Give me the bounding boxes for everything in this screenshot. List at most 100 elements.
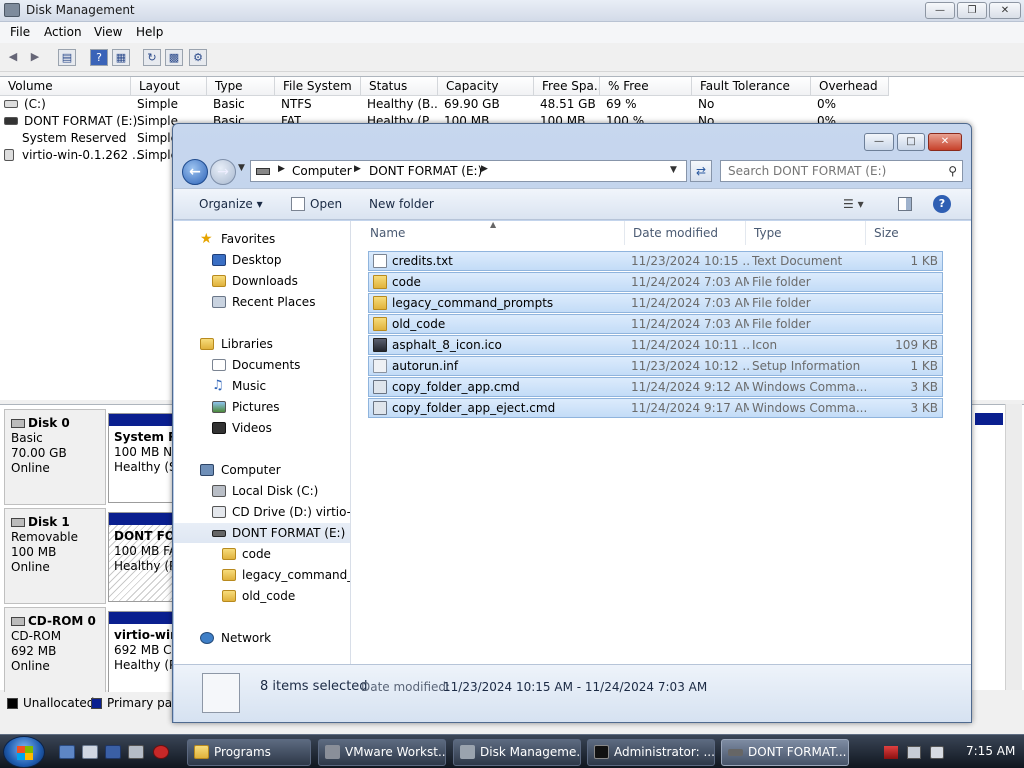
file-row[interactable]: copy_folder_app.cmd 11/24/2024 9:12 AM Win… [368, 377, 943, 397]
nav-recent-places[interactable]: Recent Places [174, 292, 350, 312]
title-bar[interactable]: Disk Management — ❐ ✕ [0, 0, 1024, 22]
back-button[interactable]: ← [182, 159, 208, 185]
col-free-space[interactable]: Free Spa... [534, 77, 600, 96]
help-icon[interactable]: ? [90, 49, 108, 66]
search-icon[interactable]: ⚲ [948, 164, 957, 178]
open-button[interactable]: Open [310, 197, 342, 211]
taskbar-vmware[interactable]: VMware Workst... [318, 739, 446, 766]
taskbar-programs[interactable]: Programs [187, 739, 311, 766]
volume-row[interactable]: (C:) Simple Basic NTFS Healthy (B... 69.… [0, 96, 1024, 113]
close-button[interactable]: ✕ [928, 133, 962, 151]
maximize-button[interactable]: □ [897, 133, 925, 151]
console-tree-icon[interactable]: ▤ [58, 49, 76, 66]
show-desktop-icon[interactable] [59, 745, 75, 759]
nav-libraries[interactable]: Libraries [174, 334, 350, 354]
forward-button[interactable]: → [210, 159, 236, 185]
nav-cd-drive-d[interactable]: CD Drive (D:) virtio-wir [174, 502, 350, 522]
breadcrumb-separator-icon[interactable]: ▶ [278, 164, 285, 174]
nav-folder-old-code[interactable]: old_code [174, 586, 350, 606]
volume-status: Healthy (B... [367, 97, 437, 111]
nav-music[interactable]: ♫ Music [174, 376, 350, 396]
col-type[interactable]: Type [207, 77, 275, 96]
nav-local-disk-c[interactable]: Local Disk (C:) [174, 481, 350, 501]
disk-0-info[interactable]: Disk 0 Basic 70.00 GB Online [4, 409, 106, 505]
menu-help[interactable]: Help [136, 25, 163, 39]
forward-arrow-icon[interactable]: ▶ [26, 49, 44, 66]
col-size[interactable]: Size [866, 221, 943, 245]
col-pct-free[interactable]: % Free [600, 77, 692, 96]
cdrom-0-info[interactable]: CD-ROM 0 CD-ROM 692 MB Online [4, 607, 106, 703]
file-row[interactable]: autorun.inf 11/23/2024 10:12 ... Setup Inf… [368, 356, 943, 376]
tray-flag-icon[interactable] [884, 746, 898, 759]
chevron-down-icon[interactable]: ▼ [670, 165, 677, 175]
breadcrumb-drive[interactable]: DONT FORMAT (E:) [369, 164, 482, 178]
file-row[interactable]: code 11/24/2024 7:03 AM File folder [368, 272, 943, 292]
preview-pane-icon[interactable] [898, 197, 912, 211]
rescan-icon[interactable]: ▩ [165, 49, 183, 66]
col-layout[interactable]: Layout [131, 77, 207, 96]
disk-1-info[interactable]: Disk 1 Removable 100 MB Online [4, 508, 106, 604]
col-date-modified[interactable]: Date modified [625, 221, 746, 245]
new-folder-button[interactable]: New folder [369, 197, 434, 211]
nav-computer[interactable]: Computer [174, 460, 350, 480]
app-quicklaunch-icon[interactable] [153, 745, 169, 759]
col-fault-tolerance[interactable]: Fault Tolerance [692, 77, 811, 96]
nav-documents[interactable]: Documents [174, 355, 350, 375]
properties-icon[interactable]: ▦ [112, 49, 130, 66]
taskbar-administrator[interactable]: Administrator: ... [587, 739, 715, 766]
col-status[interactable]: Status [361, 77, 438, 96]
computer-quicklaunch-icon[interactable] [105, 745, 121, 759]
taskbar-disk-management[interactable]: Disk Manageme... [453, 739, 581, 766]
minimize-button[interactable]: — [925, 2, 955, 19]
nav-desktop[interactable]: Desktop [174, 250, 350, 270]
organize-button[interactable]: Organize ▾ [199, 197, 263, 211]
refresh-icon[interactable]: ↻ [143, 49, 161, 66]
start-button[interactable] [3, 736, 45, 768]
col-name[interactable]: Name ▲ [362, 220, 625, 245]
col-capacity[interactable]: Capacity [438, 77, 534, 96]
breadcrumb-computer[interactable]: Computer [292, 164, 352, 178]
breadcrumb-separator-icon[interactable]: ▶ [354, 164, 361, 174]
tool-quicklaunch-icon[interactable] [128, 745, 144, 759]
search-input[interactable] [721, 161, 939, 181]
col-overhead[interactable]: Overhead [811, 77, 889, 96]
tray-network-icon[interactable] [907, 746, 921, 759]
col-file-system[interactable]: File System [275, 77, 361, 96]
minimize-button[interactable]: — [864, 133, 894, 151]
taskbar-dont-format[interactable]: DONT FORMAT... [721, 739, 849, 766]
legend-unallocated: Unallocated [23, 696, 95, 710]
refresh-button[interactable]: ⇄ [690, 160, 712, 182]
explorer-quicklaunch-icon[interactable] [82, 745, 98, 759]
close-button[interactable]: ✕ [989, 2, 1021, 19]
nav-dont-format-e[interactable]: DONT FORMAT (E:) [174, 523, 350, 543]
menu-action[interactable]: Action [44, 25, 82, 39]
nav-videos[interactable]: Videos [174, 418, 350, 438]
menu-view[interactable]: View [94, 25, 122, 39]
nav-downloads[interactable]: Downloads [174, 271, 350, 291]
file-row[interactable]: asphalt_8_icon.ico 11/24/2024 10:11 ... Ic… [368, 335, 943, 355]
nav-pictures[interactable]: Pictures [174, 397, 350, 417]
address-bar[interactable]: ▶ Computer ▶ DONT FORMAT (E:) ▶ ▼ [250, 160, 687, 182]
file-row[interactable]: legacy_command_prompts 11/24/2024 7:03 AM… [368, 293, 943, 313]
recent-pages-chevron-icon[interactable]: ▼ [238, 163, 245, 173]
menu-file[interactable]: File [10, 25, 30, 39]
breadcrumb-separator-icon[interactable]: ▶ [481, 164, 488, 174]
tray-volume-icon[interactable] [930, 746, 944, 759]
search-box[interactable]: ⚲ [720, 160, 963, 182]
restore-button[interactable]: ❐ [957, 2, 987, 19]
clock[interactable]: 7:15 AM [966, 744, 1015, 758]
nav-folder-code[interactable]: code [174, 544, 350, 564]
back-arrow-icon[interactable]: ◀ [4, 49, 22, 66]
settings-icon[interactable]: ⚙ [189, 49, 207, 66]
file-row[interactable]: copy_folder_app_eject.cmd 11/24/2024 9:17… [368, 398, 943, 418]
nav-favorites[interactable]: ★ Favorites [174, 229, 350, 249]
help-icon[interactable]: ? [933, 195, 951, 213]
col-volume[interactable]: Volume [0, 77, 131, 96]
file-row[interactable]: old_code 11/24/2024 7:03 AM File folder [368, 314, 943, 334]
file-row[interactable]: credits.txt 11/23/2024 10:15 ... Text Docu… [368, 251, 943, 271]
views-icon[interactable]: ☰ ▾ [843, 197, 864, 211]
vertical-scrollbar[interactable] [1005, 404, 1022, 690]
col-type[interactable]: Type [746, 221, 866, 245]
nav-network[interactable]: Network [174, 628, 350, 648]
nav-folder-legacy[interactable]: legacy_command_pr [174, 565, 350, 585]
